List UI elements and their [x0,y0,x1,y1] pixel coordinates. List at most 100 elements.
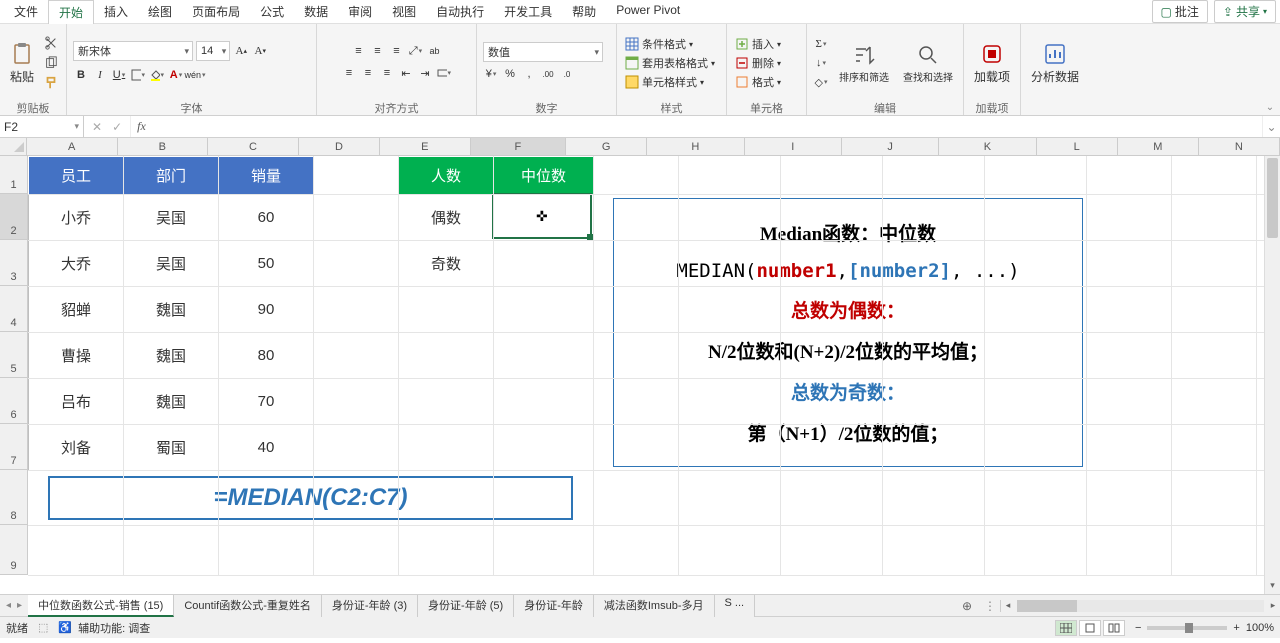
insert-cells-button[interactable]: 插入▾ [733,35,783,53]
row-header-4[interactable]: 4 [0,286,28,332]
align-bottom-button[interactable]: ≡ [389,43,405,59]
horizontal-scrollbar[interactable]: ◂ ▸ [1000,600,1280,612]
increase-decimal-button[interactable]: .00 [540,66,556,82]
align-center-button[interactable]: ≡ [360,65,376,81]
menu-绘图[interactable]: 绘图 [138,0,182,24]
add-sheet-button[interactable]: ⊕ [954,599,980,613]
menu-页面布局[interactable]: 页面布局 [182,0,250,24]
addins-button[interactable]: 加载项 [970,40,1014,87]
scroll-down-button[interactable]: ▾ [1265,580,1280,594]
select-all-corner[interactable] [0,138,27,155]
cut-button[interactable] [42,34,60,52]
vertical-scrollbar[interactable]: ▴ ▾ [1264,156,1280,594]
zoom-level[interactable]: 100% [1246,622,1274,634]
row-header-8[interactable]: 8 [0,470,28,525]
zoom-out-button[interactable]: − [1135,622,1141,634]
percent-button[interactable]: % [502,66,518,82]
clear-button[interactable]: ◇ [813,74,829,90]
col-header-F[interactable]: F [471,138,566,155]
phonetic-button[interactable]: wén [187,67,203,83]
sheet-tab-5[interactable]: 减法函数Imsub-多月 [594,595,715,617]
decrease-decimal-button[interactable]: .0 [559,66,575,82]
comments-button[interactable]: ▢批注 [1152,0,1208,23]
col-header-G[interactable]: G [566,138,647,155]
comma-button[interactable]: , [521,66,537,82]
name-box[interactable]: F2 [0,116,84,137]
font-size-select[interactable]: 14 [196,41,230,61]
menu-审阅[interactable]: 审阅 [338,0,382,24]
col-header-L[interactable]: L [1037,138,1118,155]
sort-filter-button[interactable]: 排序和筛选 [835,41,893,86]
row-header-6[interactable]: 6 [0,378,28,424]
normal-view-button[interactable] [1055,620,1077,636]
col-header-E[interactable]: E [380,138,471,155]
orientation-button[interactable]: ⤢ [408,43,424,59]
number-format-select[interactable]: 数值 [483,42,603,62]
sheet-tab-0[interactable]: 中位数函数公式-销售 (15) [28,595,174,617]
col-header-B[interactable]: B [118,138,209,155]
col-header-C[interactable]: C [208,138,299,155]
confirm-formula-button[interactable]: ✓ [112,120,122,134]
merge-button[interactable] [436,65,452,81]
menu-开发工具[interactable]: 开发工具 [494,0,562,24]
menu-开始[interactable]: 开始 [48,0,94,24]
row-header-2[interactable]: 2 [0,194,28,240]
col-header-M[interactable]: M [1118,138,1199,155]
align-right-button[interactable]: ≡ [379,65,395,81]
sheet-tab-4[interactable]: 身份证-年龄 [514,595,594,617]
cell-styles-button[interactable]: 单元格样式▾ [623,73,717,91]
col-header-K[interactable]: K [939,138,1036,155]
menu-自动执行[interactable]: 自动执行 [426,0,494,24]
font-name-select[interactable]: 新宋体 [73,41,193,61]
col-header-I[interactable]: I [745,138,842,155]
sheet-tab-6[interactable]: S ... [715,595,756,617]
autosum-button[interactable]: Σ [813,36,829,52]
col-header-N[interactable]: N [1199,138,1280,155]
currency-button[interactable]: ¥ [483,66,499,82]
increase-font-button[interactable]: A▴ [233,43,249,59]
formula-input[interactable] [152,116,1262,137]
underline-button[interactable]: U [111,67,127,83]
menu-数据[interactable]: 数据 [294,0,338,24]
align-top-button[interactable]: ≡ [351,43,367,59]
cancel-formula-button[interactable]: ✕ [92,120,102,134]
tab-nav-prev[interactable]: ◂ [6,600,11,611]
menu-插入[interactable]: 插入 [94,0,138,24]
indent-inc-button[interactable]: ⇥ [417,65,433,81]
analyze-data-button[interactable]: 分析数据 [1027,40,1083,87]
menu-视图[interactable]: 视图 [382,0,426,24]
font-color-button[interactable]: A [168,67,184,83]
format-painter-button[interactable] [42,74,60,92]
row-header-9[interactable]: 9 [0,525,28,575]
zoom-in-button[interactable]: + [1233,622,1239,634]
zoom-slider[interactable] [1147,626,1227,630]
sheet-tab-1[interactable]: Countif函数公式-重复姓名 [174,595,322,617]
ribbon-collapse-button[interactable]: ⌄ [1260,24,1280,115]
page-break-view-button[interactable] [1103,620,1125,636]
fill-button[interactable]: ↓ [813,55,829,71]
align-left-button[interactable]: ≡ [341,65,357,81]
row-header-3[interactable]: 3 [0,240,28,286]
col-header-A[interactable]: A [27,138,118,155]
format-cells-button[interactable]: 格式▾ [733,73,783,91]
status-accessibility[interactable]: 辅助功能: 调查 [78,620,150,636]
fill-color-button[interactable] [149,67,165,83]
scrollbar-thumb[interactable] [1267,158,1278,238]
hscroll-thumb[interactable] [1017,600,1077,612]
copy-button[interactable] [42,54,60,72]
wrap-text-button[interactable]: ab [427,43,443,59]
col-header-H[interactable]: H [647,138,744,155]
page-layout-view-button[interactable] [1079,620,1101,636]
italic-button[interactable]: I [92,67,108,83]
share-button[interactable]: ⇪共享▾ [1214,0,1276,23]
menu-公式[interactable]: 公式 [250,0,294,24]
align-middle-button[interactable]: ≡ [370,43,386,59]
conditional-format-button[interactable]: 条件格式▾ [623,35,717,53]
decrease-font-button[interactable]: A▾ [252,43,268,59]
formula-expand-button[interactable]: ⌄ [1262,116,1280,137]
col-header-J[interactable]: J [842,138,939,155]
spreadsheet-grid[interactable]: ABCDEFGHIJKLMN 123456789 员工部门销量小乔吴国60大乔吴… [0,138,1280,594]
row-header-7[interactable]: 7 [0,424,28,470]
find-select-button[interactable]: 查找和选择 [899,41,957,86]
delete-cells-button[interactable]: 删除▾ [733,54,783,72]
